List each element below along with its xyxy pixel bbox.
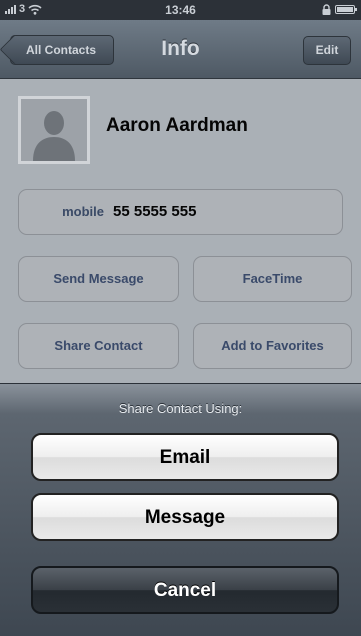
edit-button[interactable]: Edit [303,36,351,65]
add-to-favorites-button[interactable]: Add to Favorites [193,323,352,369]
contact-name: Aaron Aardman [106,115,248,136]
phone-label: mobile [62,204,104,219]
share-contact-button[interactable]: Share Contact [18,323,179,369]
share-action-sheet: Share Contact Using: Email Message Cance… [0,383,361,636]
message-button[interactable]: Message [31,493,339,541]
navigation-bar: All Contacts Info Edit [0,20,361,79]
battery-icon [335,5,357,14]
action-sheet-title: Share Contact Using: [118,401,243,416]
email-button[interactable]: Email [31,433,339,481]
phone-number: 55 5555 555 [113,203,197,220]
phone-row[interactable]: mobile 55 5555 555 [18,189,343,235]
avatar[interactable] [18,96,90,164]
facetime-button[interactable]: FaceTime [193,256,352,302]
person-silhouette-icon [33,111,75,161]
status-bar: 3 13:46 [0,0,361,20]
status-right [322,4,357,15]
lock-icon [322,4,331,15]
contact-info-screen: 3 13:46 All Contacts Info Edit Aaron Aar… [0,0,361,636]
send-message-button[interactable]: Send Message [18,256,179,302]
status-time: 13:46 [165,3,196,17]
cancel-button[interactable]: Cancel [31,566,339,614]
